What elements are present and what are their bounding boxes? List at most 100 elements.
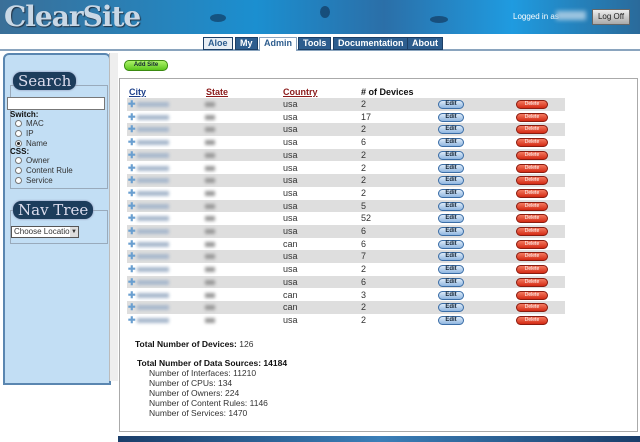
edit-button[interactable]: Edit [438,290,464,300]
city-redacted[interactable] [137,127,169,133]
city-redacted[interactable] [137,203,169,209]
expand-plus-icon[interactable]: ✚ [128,314,136,327]
radio-ip[interactable]: IP [15,129,34,138]
delete-button[interactable]: Delete [516,138,548,148]
delete-button[interactable]: Delete [516,315,548,325]
edit-button[interactable]: Edit [438,188,464,198]
tab-my[interactable]: My [235,37,258,50]
expand-plus-icon[interactable]: ✚ [128,301,136,314]
radio-service[interactable]: Service [15,176,53,185]
country-cell: usa [283,99,298,109]
city-redacted[interactable] [137,267,169,273]
delete-button[interactable]: Delete [516,112,548,122]
log-off-button[interactable]: Log Off [592,9,630,25]
expand-plus-icon[interactable]: ✚ [128,250,136,263]
edit-button[interactable]: Edit [438,303,464,313]
column-country[interactable]: Country [283,87,318,97]
sidebar-scrollbar[interactable] [109,53,118,381]
city-redacted[interactable] [137,165,169,171]
country-cell: usa [283,162,298,173]
search-input[interactable] [7,97,105,110]
city-redacted[interactable] [137,317,169,323]
state-redacted [205,229,215,234]
expand-plus-icon[interactable]: ✚ [128,276,136,289]
city-redacted[interactable] [137,190,169,196]
expand-plus-icon[interactable]: ✚ [128,98,136,111]
delete-button[interactable]: Delete [516,265,548,275]
edit-button[interactable]: Edit [438,277,464,287]
delete-button[interactable]: Delete [516,239,548,249]
city-redacted[interactable] [137,305,169,311]
city-redacted[interactable] [137,241,169,247]
table-row: ✚ usa 2 Edit Delete [127,162,565,175]
delete-button[interactable]: Delete [516,201,548,211]
column-city[interactable]: City [129,87,146,97]
city-redacted[interactable] [137,292,169,298]
city-redacted[interactable] [137,178,169,184]
expand-plus-icon[interactable]: ✚ [128,289,136,302]
delete-button[interactable]: Delete [516,227,548,236]
expand-plus-icon[interactable]: ✚ [128,200,136,213]
radio-label: Name [26,139,48,148]
edit-button[interactable]: Edit [438,100,464,109]
delete-button[interactable]: Delete [516,277,548,287]
expand-plus-icon[interactable]: ✚ [128,149,136,162]
country-cell: can [283,302,298,313]
delete-button[interactable]: Delete [516,150,548,160]
city-redacted[interactable] [137,229,169,234]
city-redacted[interactable] [137,114,169,120]
location-select[interactable]: Choose Location ▼ [11,226,79,238]
tab-admin[interactable]: Admin [259,37,297,51]
edit-button[interactable]: Edit [438,201,464,211]
tab-documentation[interactable]: Documentation [333,37,409,50]
water-drop-decoration [320,6,330,18]
column-state[interactable]: State [206,87,228,97]
delete-button[interactable]: Delete [516,125,548,135]
edit-button[interactable]: Edit [438,265,464,275]
expand-plus-icon[interactable]: ✚ [128,263,136,276]
delete-button[interactable]: Delete [516,214,548,224]
edit-button[interactable]: Edit [438,163,464,173]
city-redacted[interactable] [137,140,169,146]
radio-owner[interactable]: Owner [15,156,50,165]
expand-plus-icon[interactable]: ✚ [128,238,136,251]
delete-button[interactable]: Delete [516,252,548,262]
edit-button[interactable]: Edit [438,227,464,236]
state-redacted [205,152,215,158]
city-redacted[interactable] [137,152,169,158]
edit-button[interactable]: Edit [438,315,464,325]
delete-button[interactable]: Delete [516,188,548,198]
tab-aloe[interactable]: Aloe [203,37,233,50]
table-row: ✚ usa 2 Edit Delete [127,263,565,276]
add-site-button[interactable]: Add Site [124,60,168,71]
edit-button[interactable]: Edit [438,125,464,135]
edit-button[interactable]: Edit [438,176,464,186]
delete-button[interactable]: Delete [516,100,548,109]
edit-button[interactable]: Edit [438,138,464,148]
expand-plus-icon[interactable]: ✚ [128,162,136,175]
expand-plus-icon[interactable]: ✚ [128,212,136,225]
expand-plus-icon[interactable]: ✚ [128,111,136,124]
edit-button[interactable]: Edit [438,112,464,122]
delete-button[interactable]: Delete [516,163,548,173]
edit-button[interactable]: Edit [438,239,464,249]
expand-plus-icon[interactable]: ✚ [128,123,136,136]
city-redacted[interactable] [137,102,169,107]
city-redacted[interactable] [137,216,169,222]
edit-button[interactable]: Edit [438,150,464,160]
radio-mac[interactable]: MAC [15,119,44,128]
expand-plus-icon[interactable]: ✚ [128,187,136,200]
delete-button[interactable]: Delete [516,176,548,186]
edit-button[interactable]: Edit [438,252,464,262]
tab-about[interactable]: About [407,37,443,50]
delete-button[interactable]: Delete [516,290,548,300]
tab-tools[interactable]: Tools [298,37,332,50]
radio-content-rule[interactable]: Content Rule [15,166,73,175]
expand-plus-icon[interactable]: ✚ [128,225,136,238]
edit-button[interactable]: Edit [438,214,464,224]
city-redacted[interactable] [137,254,169,260]
city-redacted[interactable] [137,279,169,285]
expand-plus-icon[interactable]: ✚ [128,174,136,187]
expand-plus-icon[interactable]: ✚ [128,136,136,149]
delete-button[interactable]: Delete [516,303,548,313]
